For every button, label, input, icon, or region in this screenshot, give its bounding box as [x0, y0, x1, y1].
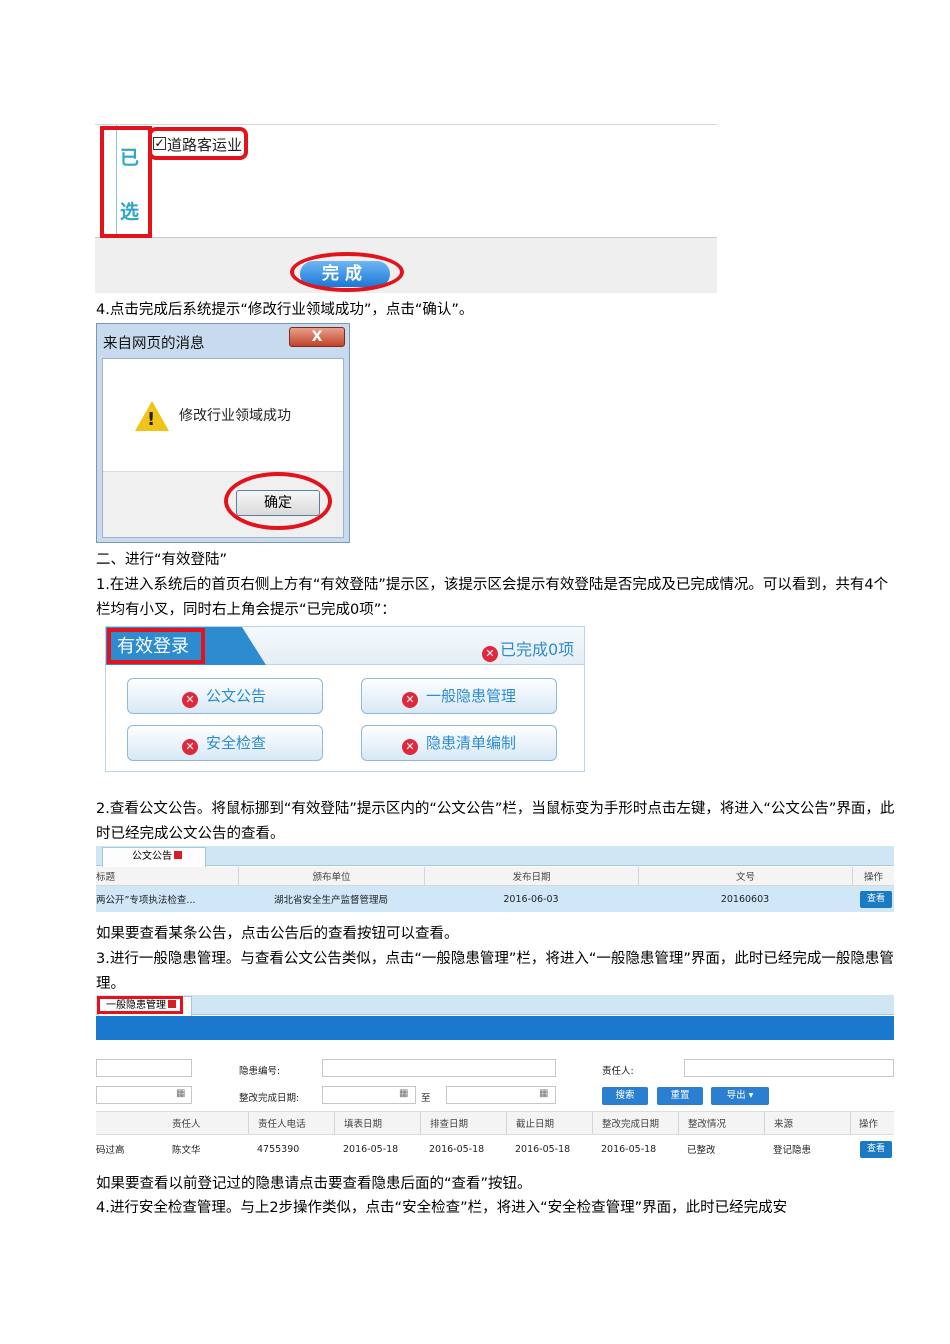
notice-list-screenshot: 公文公告 标题 颁布单位 发布日期 文号 操作 两公开”专项执法检查... 湖北… [96, 846, 894, 914]
column-header: 整改完成日期 [592, 1112, 678, 1134]
safety-check-button[interactable]: ✕ 安全检查 [127, 725, 323, 761]
table-cell: 4755390 [257, 1143, 300, 1155]
highlight-panel-title [107, 628, 205, 664]
highlight-selected-label [100, 126, 152, 238]
close-circle-icon: ✕ [402, 739, 418, 755]
hazard-management-screenshot: 一般隐患管理 隐患编号: 责任人: ▦ 整改完成日期: ▦ 至 ▦ 搜索 重置 … [96, 995, 894, 1165]
table-cell: 20160603 [720, 893, 770, 905]
hazard-no-input[interactable] [322, 1059, 556, 1077]
tab-bar: 一般隐患管理 [96, 995, 894, 1016]
table-row: 两公开”专项执法检查... 湖北省安全生产监督管理局 2016-06-03 20… [96, 886, 894, 912]
export-button[interactable]: 导出 ▾ [711, 1087, 769, 1105]
calendar-icon[interactable]: ▦ [539, 1088, 548, 1099]
completion-status: ✕ 已完成0项 [482, 636, 574, 662]
toolbar-band [96, 1016, 894, 1040]
column-header: 发布日期 [424, 867, 638, 885]
hazard-list-button[interactable]: ✕ 隐患清单编制 [361, 725, 557, 761]
table-row: 码过高 陈文华 4755390 2016-05-18 2016-05-18 20… [96, 1136, 894, 1162]
table-cell: 码过高 [96, 1145, 125, 1156]
calendar-icon[interactable]: ▦ [176, 1088, 185, 1099]
table-header: 标题 颁布单位 发布日期 文号 操作 [96, 867, 894, 886]
notice-button[interactable]: ✕ 公文公告 [127, 678, 323, 714]
step3-instruction: 3.进行一般隐患管理。与查看公文公告类似，点击“一般隐患管理”栏，将进入“一般隐… [96, 951, 894, 992]
view-button[interactable]: 查看 [860, 890, 892, 908]
column-header: 文号 [638, 867, 852, 885]
responsible-label: 责任人: [602, 1066, 634, 1077]
section2-paragraph-2: 2.查看公文公告。将鼠标挪到“有效登陆”提示区内的“公文公告”栏，当鼠标变为手形… [96, 801, 895, 842]
close-circle-icon: ✕ [182, 739, 198, 755]
section2-paragraph-1: 1.在进入系统后的首页右侧上方有“有效登陆”提示区，该提示区会提示有效登陆是否完… [96, 577, 889, 618]
hazard-no-label: 隐患编号: [239, 1066, 281, 1077]
table-cell: 湖北省安全生产监督管理局 [273, 895, 388, 906]
filter-input[interactable] [96, 1059, 192, 1077]
table-cell: 已整改 [687, 1145, 716, 1156]
step4-instruction: 4.点击完成后系统提示“修改行业领域成功”，点击“确认”。 [96, 302, 474, 318]
responsible-input[interactable] [684, 1059, 894, 1077]
table-cell: 陈文华 [172, 1145, 201, 1156]
column-header: 颁布单位 [238, 867, 424, 885]
column-header: 责任人 [172, 1119, 201, 1130]
column-header: 整改情况 [678, 1112, 764, 1134]
table-header: 责任人 责任人电话 填表日期 排查日期 截止日期 整改完成日期 整改情况 来源 … [96, 1111, 894, 1135]
tab-notice[interactable]: 公文公告 [102, 847, 206, 867]
column-header: 标题 [96, 872, 116, 883]
column-header: 操作 [852, 867, 894, 885]
column-header: 操作 [850, 1112, 894, 1134]
step4-safety-instruction: 4.进行安全检查管理。与上2步操作类似，点击“安全检查”栏，将进入“安全检查管理… [96, 1200, 788, 1216]
column-header: 截止日期 [506, 1112, 592, 1134]
button-bar [95, 237, 717, 293]
general-hazard-button[interactable]: ✕ 一般隐患管理 [361, 678, 557, 714]
warning-icon-mark: ! [147, 409, 156, 430]
dialog-message: 修改行业领域成功 [179, 408, 291, 424]
highlight-hazard-tab [97, 996, 183, 1014]
highlight-checkbox [148, 127, 248, 160]
table-cell: 2016-05-18 [429, 1143, 485, 1155]
table-cell[interactable]: 两公开”专项执法检查... [96, 886, 238, 912]
table-cell: 2016-05-18 [343, 1143, 399, 1155]
tab-bar: 公文公告 [96, 846, 894, 867]
search-button[interactable]: 搜索 [602, 1087, 648, 1105]
view-hazard-instruction: 如果要查看以前登记过的隐患请点击要查看隐患后面的“查看”按钮。 [96, 1176, 532, 1192]
table-cell: 2016-05-18 [601, 1143, 657, 1155]
reset-button[interactable]: 重置 [657, 1087, 703, 1105]
highlight-ok-button [224, 472, 332, 530]
table-cell: 登记隐患 [773, 1145, 812, 1156]
table-cell: 2016-06-03 [503, 893, 559, 905]
calendar-icon[interactable]: ▦ [399, 1088, 408, 1099]
close-icon[interactable]: X [289, 327, 345, 347]
close-circle-icon: ✕ [182, 692, 198, 708]
view-notice-instruction: 如果要查看某条公告，点击公告后的查看按钮可以查看。 [96, 926, 459, 942]
close-circle-icon: ✕ [482, 646, 498, 662]
rect-date-label: 整改完成日期: [239, 1093, 300, 1104]
to-label: 至 [421, 1093, 431, 1104]
column-header: 填表日期 [334, 1112, 420, 1134]
section2-heading: 二、进行“有效登陆” [96, 552, 228, 568]
table-cell: 2016-05-18 [515, 1143, 571, 1155]
column-header: 来源 [764, 1112, 850, 1134]
close-circle-icon: ✕ [402, 692, 418, 708]
column-header: 排查日期 [420, 1112, 506, 1134]
close-icon[interactable] [174, 851, 182, 859]
column-header: 责任人电话 [248, 1112, 334, 1134]
dialog-title: 来自网页的消息 [103, 336, 205, 352]
view-button[interactable]: 查看 [860, 1140, 892, 1158]
highlight-done-button [290, 252, 404, 292]
